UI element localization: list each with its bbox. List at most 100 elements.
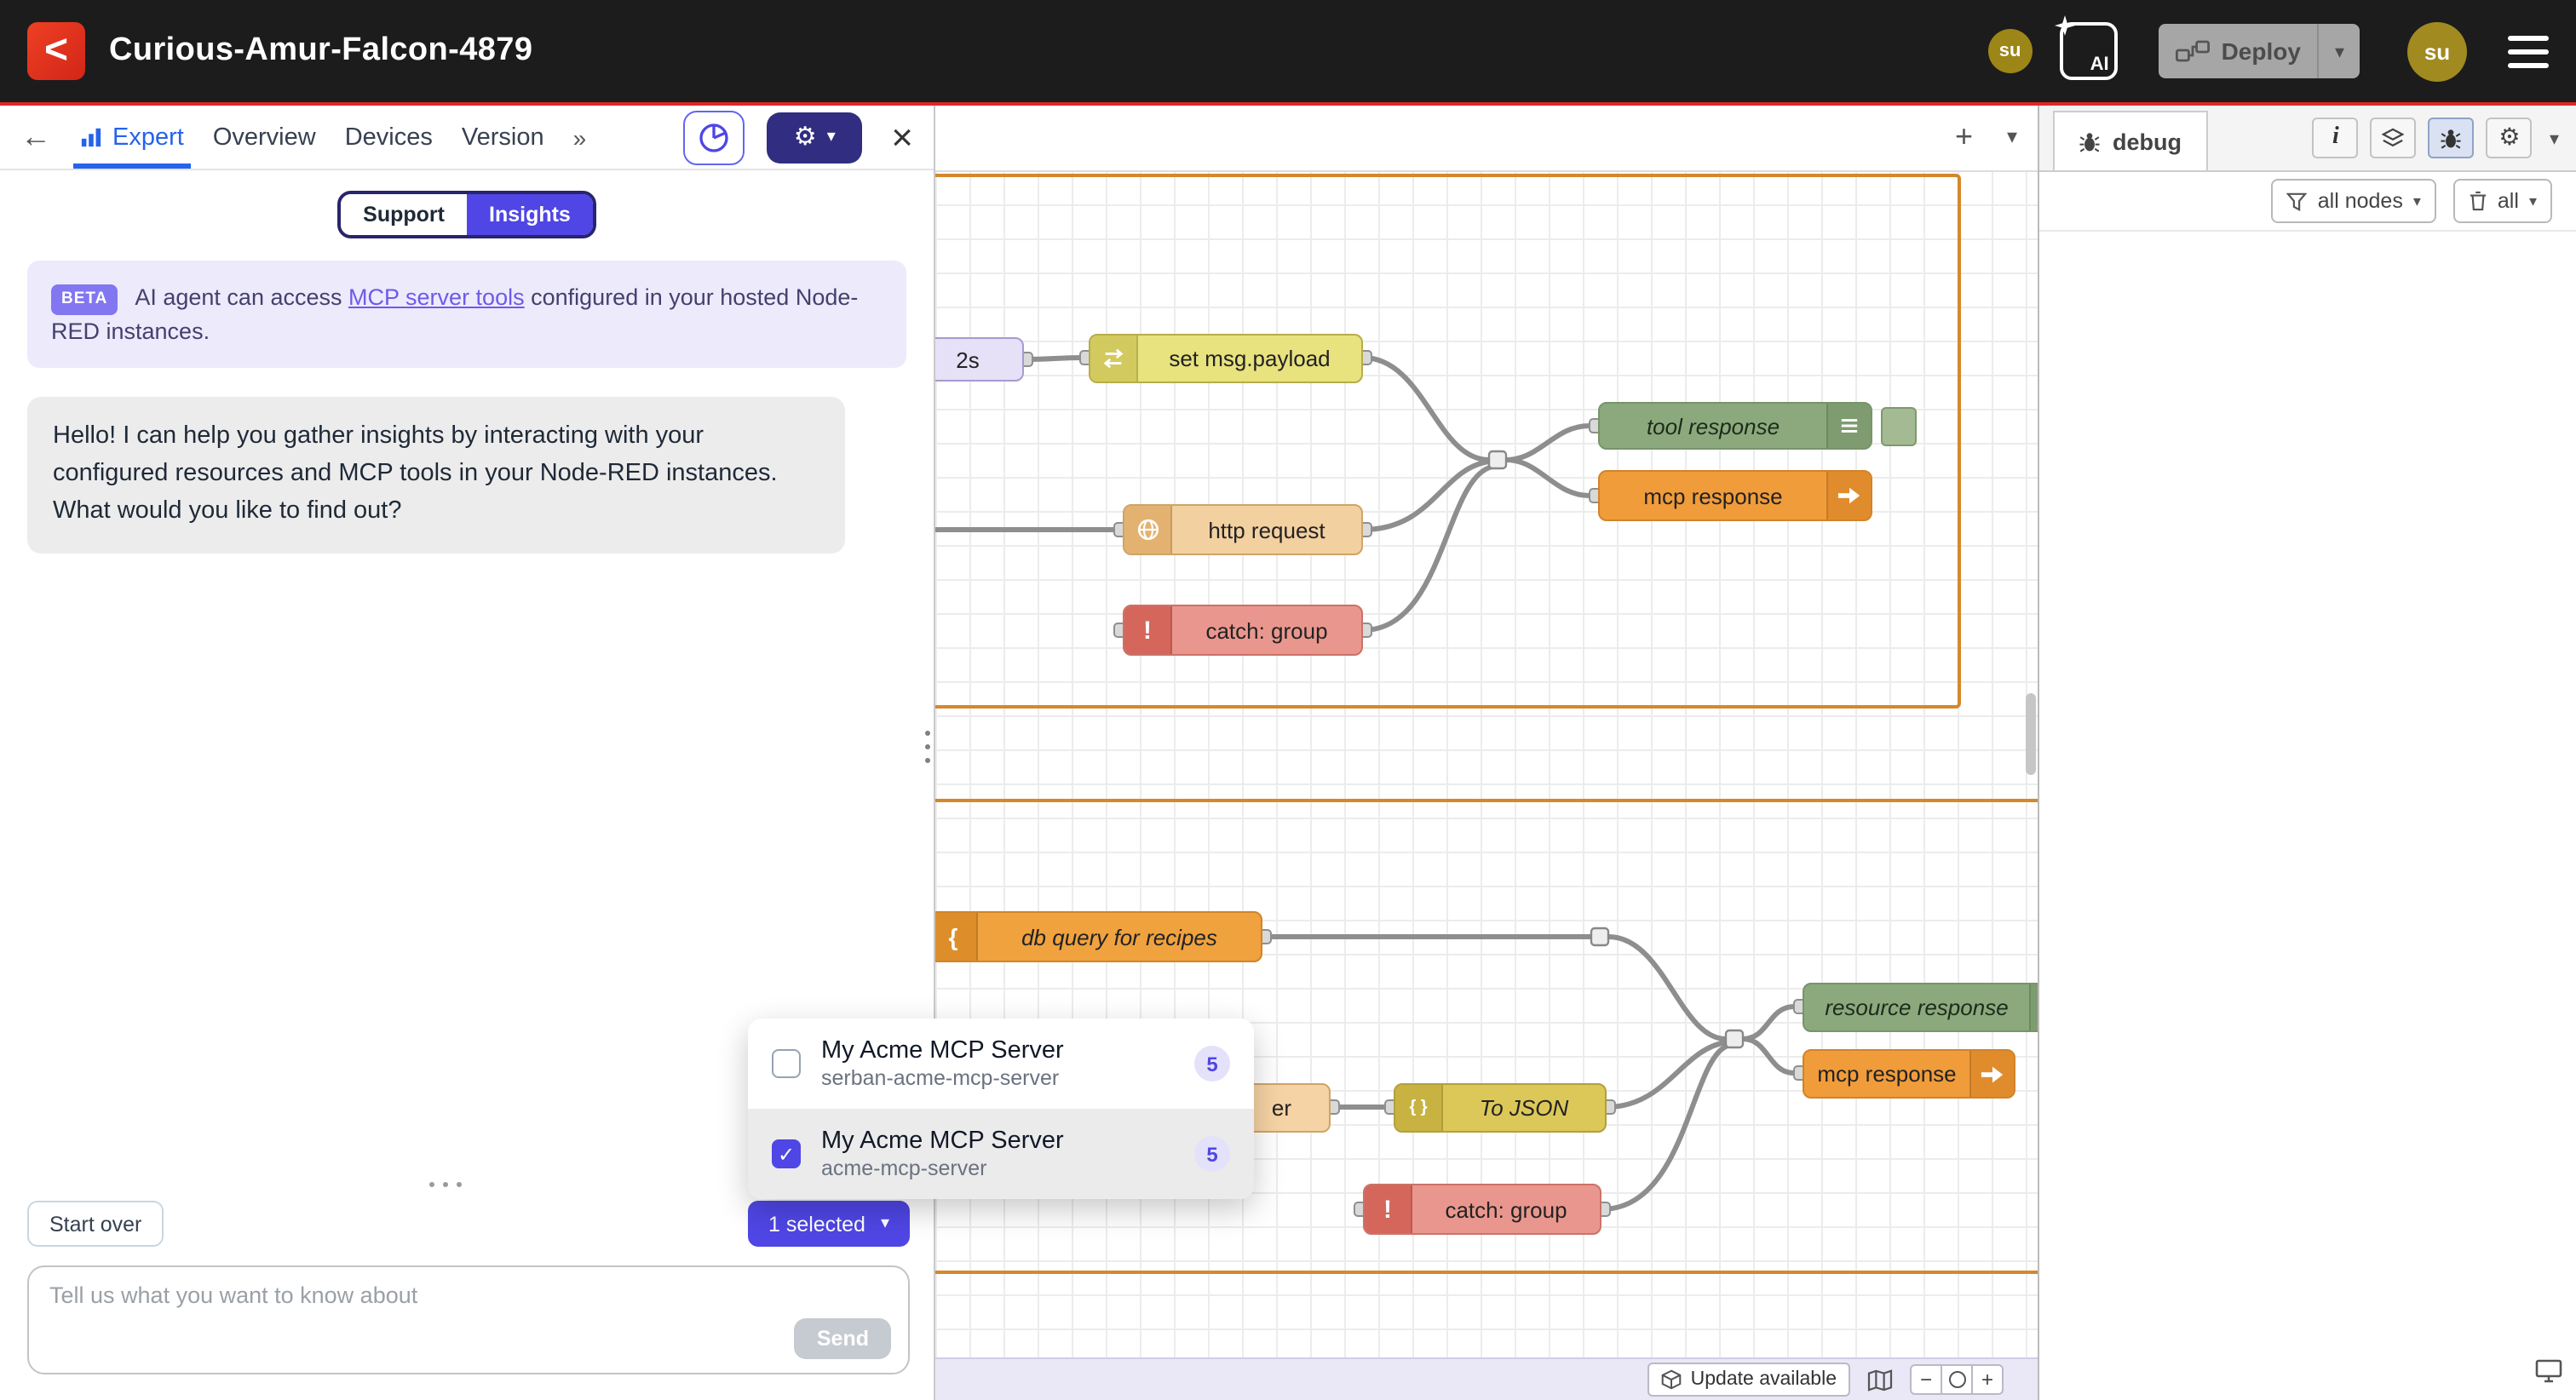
mcp-server-option[interactable]: My Acme MCP Server serban-acme-mcp-serve… <box>748 1018 1254 1109</box>
checkbox-checked[interactable]: ✓ <box>772 1139 801 1168</box>
panel-tab-bar: ← Expert Overview Devices Version » ⚙ ▾ … <box>0 106 934 170</box>
accent-divider <box>0 102 2576 106</box>
app-root: < Curious-Amur-Falcon-4879 su AI Deploy … <box>0 0 2576 1400</box>
start-over-button[interactable]: Start over <box>27 1201 164 1247</box>
deploy-chevron-icon[interactable]: ▾ <box>2320 40 2360 62</box>
exclamation-icon: ! <box>1365 1185 1412 1233</box>
top-header: < Curious-Amur-Falcon-4879 su AI Deploy … <box>0 0 2576 102</box>
chevron-down-icon: ▾ <box>881 1214 889 1233</box>
globe-icon <box>1124 506 1172 554</box>
panel-resize-handle[interactable] <box>925 731 930 763</box>
mode-switch-wrap: Support Insights <box>0 191 934 238</box>
arrow-right-icon <box>1826 472 1871 519</box>
clear-messages-button[interactable]: all ▾ <box>2453 179 2552 223</box>
node-catch-group-1[interactable]: ! catch: group <box>1123 605 1363 656</box>
update-available-button[interactable]: Update available <box>1648 1363 1850 1397</box>
debug-enable-toggle[interactable] <box>1881 407 1917 446</box>
mini-user-badge[interactable]: su <box>1988 29 2033 73</box>
wire <box>1363 358 1489 460</box>
beta-text-before: AI agent can access <box>135 284 342 310</box>
send-button[interactable]: Send <box>795 1318 891 1359</box>
debug-list-icon <box>2029 984 2038 1030</box>
mode-segmented-control: Support Insights <box>337 191 596 238</box>
option-text: My Acme MCP Server serban-acme-mcp-serve… <box>821 1037 1064 1090</box>
insights-pie-button[interactable] <box>683 110 745 164</box>
funnel-icon <box>2287 192 2308 210</box>
tab-debug[interactable]: debug <box>2053 111 2207 170</box>
tab-devices[interactable]: Devices <box>345 106 433 169</box>
info-tab-button[interactable]: i <box>2313 118 2359 158</box>
settings-dropdown-button[interactable]: ⚙ ▾ <box>767 112 862 163</box>
tab-version[interactable]: Version <box>462 106 544 169</box>
wire-junctions[interactable] <box>1489 451 1743 1047</box>
wire <box>1607 1042 1726 1107</box>
sidebar-menu-chevron-icon[interactable]: ▾ <box>2550 127 2559 149</box>
back-arrow-icon[interactable]: ← <box>20 119 51 155</box>
sparkle-icon <box>2055 15 2075 36</box>
canvas-footer: Update available − + <box>935 1357 2038 1400</box>
wire <box>1506 460 1590 496</box>
tool-count-badge: 5 <box>1194 1136 1230 1172</box>
mcp-server-tools-link[interactable]: MCP server tools <box>348 284 525 310</box>
node-to-json[interactable]: { } To JSON <box>1394 1083 1607 1133</box>
zoom-out-button[interactable]: − <box>1910 1364 1942 1395</box>
tab-overview[interactable]: Overview <box>213 106 316 169</box>
insights-segment[interactable]: Insights <box>467 194 593 235</box>
assistant-panel: ← Expert Overview Devices Version » ⚙ ▾ … <box>0 106 935 1400</box>
canvas-scrollbar[interactable] <box>2026 693 2036 775</box>
flowfuse-logo-icon[interactable]: < <box>27 22 85 80</box>
navigator-map-icon[interactable] <box>1867 1368 1893 1391</box>
selected-servers-button[interactable]: 1 selected ▾ <box>748 1201 910 1247</box>
node-mcp-response-1[interactable]: mcp response <box>1598 470 1872 521</box>
wire <box>1743 1007 1794 1039</box>
close-icon[interactable]: × <box>891 118 913 156</box>
debug-tab-button[interactable] <box>2429 118 2475 158</box>
hamburger-menu-icon[interactable] <box>2508 35 2549 67</box>
layers-tab-button[interactable] <box>2371 118 2417 158</box>
sidebar-header: debug i ⚙ ▾ <box>2039 106 2576 172</box>
node-db-query[interactable]: { db query for recipes <box>935 911 1262 962</box>
chat-input-box: Send <box>27 1265 910 1374</box>
node-mcp-response-2[interactable]: mcp response <box>1803 1049 2015 1099</box>
chat-input-field[interactable] <box>29 1267 908 1373</box>
flow-canvas[interactable]: 2s set msg.payload http request ! catch:… <box>935 106 2038 1400</box>
node-resource-response[interactable]: resource response <box>1803 983 2038 1032</box>
sidebar-icon-buttons: i ⚙ ▾ <box>2313 118 2559 158</box>
node-http-request[interactable]: http request <box>1123 504 1363 555</box>
tab-expert[interactable]: Expert <box>80 106 184 169</box>
expert-icon <box>80 126 102 148</box>
workspace-toolbar: + ▾ <box>935 106 2038 172</box>
trash-icon <box>2469 191 2487 211</box>
node-set-msg-payload[interactable]: set msg.payload <box>1089 334 1363 383</box>
gear-icon: ⚙ <box>794 124 817 150</box>
mcp-server-option[interactable]: ✓ My Acme MCP Server acme-mcp-server 5 <box>748 1109 1254 1199</box>
wire <box>1363 467 1492 630</box>
debug-sidebar: debug i ⚙ ▾ all nodes ▾ <box>2038 106 2576 1400</box>
add-flow-icon[interactable]: + <box>1955 119 1973 155</box>
ai-assistant-icon[interactable]: AI <box>2060 22 2118 80</box>
device-monitor-icon[interactable] <box>2535 1359 2562 1391</box>
wire <box>1608 937 1726 1039</box>
drag-dots-icon <box>429 1182 462 1187</box>
tab-overflow-icon[interactable]: » <box>573 123 587 151</box>
gear-icon: ⚙ <box>2498 124 2520 152</box>
chevron-down-icon: ▾ <box>2529 192 2537 210</box>
deploy-button[interactable]: Deploy ▾ <box>2159 24 2360 78</box>
settings-tab-button[interactable]: ⚙ <box>2487 118 2533 158</box>
zoom-reset-button[interactable] <box>1941 1364 1973 1395</box>
change-icon <box>1090 336 1138 382</box>
node-catch-group-2[interactable]: ! catch: group <box>1363 1184 1601 1235</box>
support-segment[interactable]: Support <box>341 194 467 235</box>
exclamation-icon: ! <box>1124 606 1172 654</box>
instance-title: Curious-Amur-Falcon-4879 <box>109 32 532 70</box>
node-tool-response[interactable]: tool response <box>1598 402 1872 450</box>
tool-count-badge: 5 <box>1194 1046 1230 1082</box>
node-inject-2s[interactable]: 2s <box>935 337 1024 382</box>
flow-list-chevron-icon[interactable]: ▾ <box>2007 124 2017 148</box>
zoom-in-button[interactable]: + <box>1971 1364 2004 1395</box>
filter-nodes-button[interactable]: all nodes ▾ <box>2272 179 2436 223</box>
user-avatar[interactable]: su <box>2407 21 2467 81</box>
debug-filter-row: all nodes ▾ all ▾ <box>2039 172 2576 232</box>
checkbox-unchecked[interactable] <box>772 1049 801 1078</box>
braces-icon: { } <box>1395 1085 1443 1131</box>
